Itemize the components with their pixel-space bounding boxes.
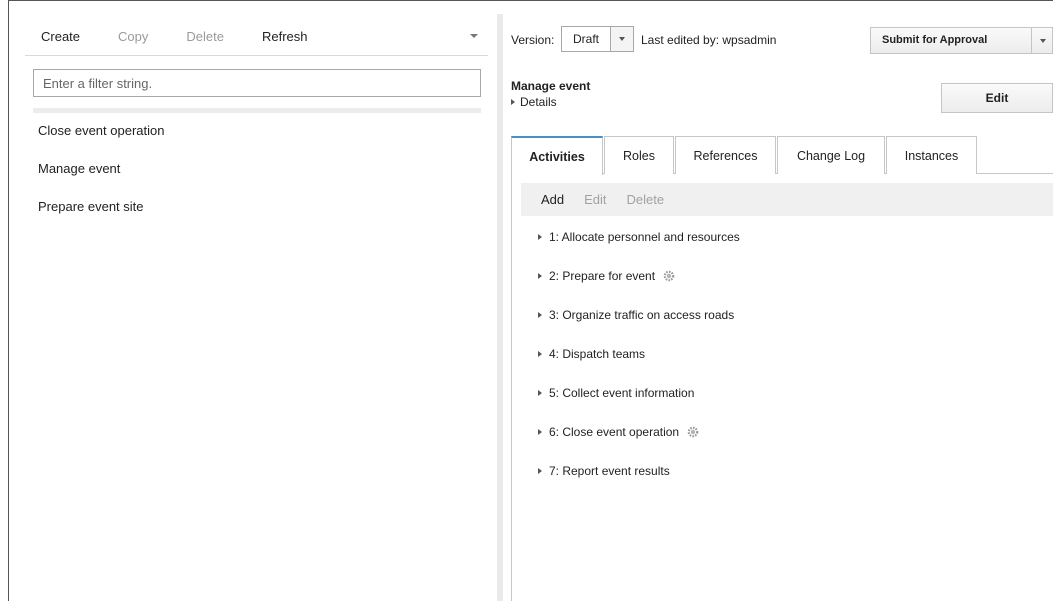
tab-change-log[interactable]: Change Log bbox=[777, 136, 885, 174]
activity-label: 2: Prepare for event bbox=[549, 269, 656, 283]
version-select[interactable]: Draft bbox=[561, 26, 634, 52]
activity-label: 3: Organize traffic on access roads bbox=[549, 308, 735, 322]
activity-row[interactable]: 7: Report event results bbox=[538, 464, 740, 503]
activity-row[interactable]: 4: Dispatch teams bbox=[538, 347, 740, 386]
divider bbox=[33, 108, 481, 113]
submit-label: Submit for Approval bbox=[882, 34, 988, 46]
activity-label: 5: Collect event information bbox=[549, 386, 695, 400]
last-edited-text: Last edited by: wpsadmin bbox=[641, 33, 777, 47]
activity-row[interactable]: 2: Prepare for event bbox=[538, 269, 740, 308]
chevron-down-icon[interactable] bbox=[470, 34, 478, 38]
activity-label: 1: Allocate personnel and resources bbox=[549, 230, 740, 244]
activity-row[interactable]: 1: Allocate personnel and resources bbox=[538, 230, 740, 269]
list-item[interactable]: Prepare event site bbox=[38, 199, 164, 237]
edit-button[interactable]: Edit bbox=[941, 83, 1053, 113]
expand-arrow-icon[interactable] bbox=[538, 468, 542, 474]
filter-input[interactable] bbox=[33, 69, 481, 97]
activity-row[interactable]: 3: Organize traffic on access roads bbox=[538, 308, 740, 347]
process-toolbar: Create Copy Delete Refresh bbox=[25, 18, 488, 56]
delete-button[interactable]: Delete bbox=[170, 29, 224, 44]
activity-row[interactable]: 5: Collect event information bbox=[538, 386, 740, 425]
tab-roles[interactable]: Roles bbox=[604, 136, 674, 174]
activities-panel: Add Edit Delete 1: Allocate personnel an… bbox=[511, 174, 1053, 601]
expand-arrow-icon[interactable] bbox=[538, 351, 542, 357]
expand-arrow-icon[interactable] bbox=[538, 390, 542, 396]
tab-references[interactable]: References bbox=[675, 136, 776, 174]
tab-activities[interactable]: Activities bbox=[511, 136, 603, 175]
activities-toolbar: Add Edit Delete bbox=[521, 183, 1053, 216]
list-item[interactable]: Manage event bbox=[38, 161, 164, 199]
chevron-down-icon[interactable] bbox=[1031, 28, 1052, 53]
details-label: Details bbox=[520, 95, 557, 109]
version-label: Version: bbox=[511, 33, 555, 47]
list-item[interactable]: Close event operation bbox=[38, 123, 164, 161]
submit-for-approval-button[interactable]: Submit for Approval bbox=[870, 27, 1053, 54]
panel-splitter[interactable] bbox=[497, 14, 503, 601]
add-activity-button[interactable]: Add bbox=[541, 192, 564, 207]
activity-label: 6: Close event operation bbox=[549, 425, 680, 439]
activity-list: 1: Allocate personnel and resources 2: P… bbox=[538, 230, 740, 503]
expand-arrow-icon bbox=[511, 99, 515, 105]
process-list-panel: Create Copy Delete Refresh Close event o… bbox=[9, 1, 495, 601]
refresh-button[interactable]: Refresh bbox=[246, 29, 308, 44]
create-button[interactable]: Create bbox=[25, 29, 80, 44]
expand-arrow-icon[interactable] bbox=[538, 234, 542, 240]
expand-arrow-icon[interactable] bbox=[538, 273, 542, 279]
page-title: Manage event bbox=[511, 79, 591, 93]
expand-arrow-icon[interactable] bbox=[538, 312, 542, 318]
delete-activity-button[interactable]: Delete bbox=[627, 192, 665, 207]
activity-label: 7: Report event results bbox=[549, 464, 670, 478]
details-toggle[interactable]: Details bbox=[511, 95, 557, 109]
chevron-down-icon[interactable] bbox=[610, 27, 633, 51]
tab-instances[interactable]: Instances bbox=[886, 136, 977, 174]
expand-arrow-icon[interactable] bbox=[538, 429, 542, 435]
process-list: Close event operation Manage event Prepa… bbox=[38, 123, 164, 237]
edit-activity-button[interactable]: Edit bbox=[584, 192, 606, 207]
tab-bar: Activities Roles References Change Log I… bbox=[511, 136, 1053, 175]
gear-icon bbox=[687, 426, 699, 438]
version-value: Draft bbox=[573, 32, 600, 46]
gear-icon bbox=[663, 270, 675, 282]
copy-button[interactable]: Copy bbox=[102, 29, 148, 44]
activity-label: 4: Dispatch teams bbox=[549, 347, 646, 361]
activity-row[interactable]: 6: Close event operation bbox=[538, 425, 740, 464]
